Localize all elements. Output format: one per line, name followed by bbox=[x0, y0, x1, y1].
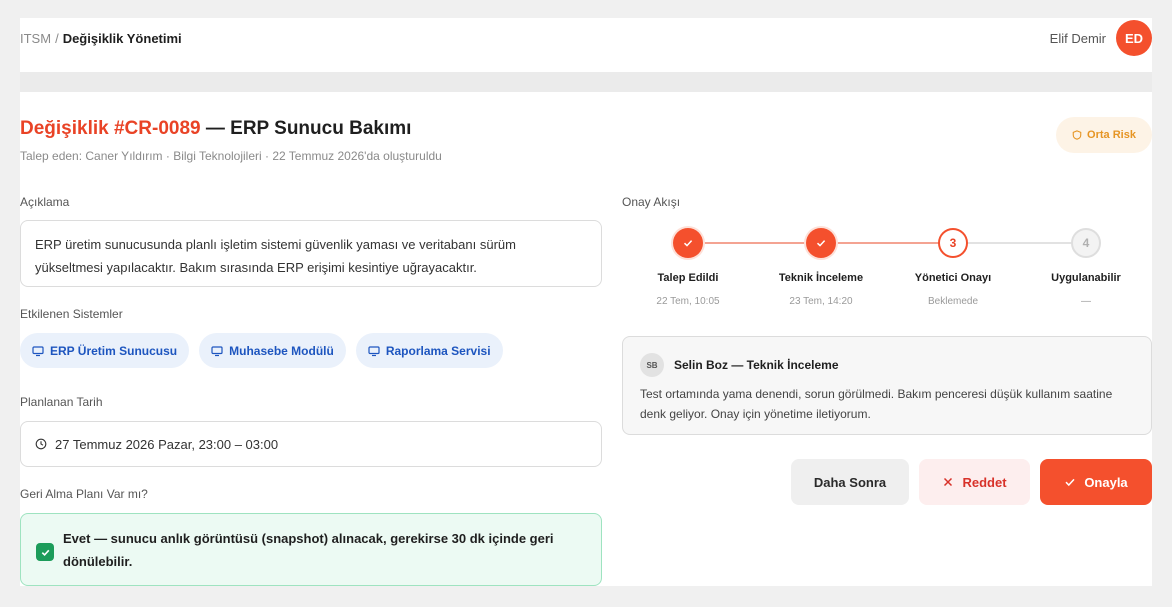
change-detail-card: Değişiklik #CR-0089 — ERP Sunucu Bakımı … bbox=[20, 92, 1152, 586]
shield-icon bbox=[1072, 130, 1082, 140]
user-name[interactable]: Elif Demir bbox=[1050, 31, 1106, 46]
breadcrumb-separator: / bbox=[55, 31, 59, 46]
approval-flow-label: Onay Akışı bbox=[622, 195, 681, 209]
monitor-icon bbox=[368, 345, 380, 356]
step-indicator bbox=[806, 228, 836, 258]
schedule-field[interactable]: 27 Temmuz 2026 Pazar, 23:00 – 03:00 bbox=[20, 421, 602, 467]
comment-author: Selin Boz — Teknik İnceleme bbox=[674, 358, 839, 372]
step-time: Beklemede bbox=[927, 296, 979, 307]
step-name: Uygulanabilir bbox=[1051, 272, 1121, 284]
step-name: Teknik İnceleme bbox=[778, 272, 864, 284]
approval-stepper: Talep Edildi 22 Tem, 10:05 Teknik İncele… bbox=[622, 222, 1152, 322]
schedule-label: Planlanan Tarih bbox=[20, 395, 103, 409]
step-indicator bbox=[673, 228, 703, 258]
breadcrumb-root[interactable]: ITSM bbox=[20, 31, 51, 46]
description-label: Açıklama bbox=[20, 195, 70, 209]
approval-step: Talep Edildi 22 Tem, 10:05 bbox=[623, 222, 753, 307]
system-chip[interactable]: ERP Üretim Sunucusu bbox=[20, 333, 190, 368]
check-icon bbox=[816, 240, 826, 247]
close-icon bbox=[944, 477, 953, 487]
change-meta: Talep eden: Caner Yıldırım · Bilgi Tekno… bbox=[20, 149, 442, 163]
approval-step: 4 Uygulanabilir — bbox=[1021, 222, 1151, 307]
affected-systems: ERP Üretim Sunucusu Muhasebe Modülü Rapo… bbox=[20, 333, 503, 368]
breadcrumb: ITSM / Değişiklik Yönetimi bbox=[20, 31, 182, 46]
later-button[interactable]: Daha Sonra bbox=[791, 459, 909, 505]
step-name: Yönetici Onayı bbox=[914, 272, 992, 284]
system-chip-label: ERP Üretim Sunucusu bbox=[50, 343, 178, 358]
system-chip[interactable]: Muhasebe Modülü bbox=[199, 333, 346, 368]
comment-header: SB Selin Boz — Teknik İnceleme bbox=[640, 353, 1134, 377]
commenter-avatar: SB bbox=[640, 353, 664, 377]
step-time: 22 Tem, 10:05 bbox=[656, 296, 720, 307]
system-chip[interactable]: Raporlama Servisi bbox=[355, 333, 503, 368]
review-comment: SB Selin Boz — Teknik İnceleme Test orta… bbox=[622, 336, 1152, 435]
step-indicator: 4 bbox=[1071, 228, 1101, 258]
risk-label: Orta Risk bbox=[1087, 129, 1136, 141]
step-time: — bbox=[1081, 296, 1091, 307]
breadcrumb-current: Değişiklik Yönetimi bbox=[62, 31, 182, 46]
page-title: Değişiklik #CR-0089 — ERP Sunucu Bakımı bbox=[20, 118, 411, 140]
rollback-text: Evet — sunucu anlık görüntüsü (snapshot)… bbox=[63, 531, 554, 569]
change-id: Değişiklik #CR-0089 bbox=[20, 118, 201, 139]
step-indicator: 3 bbox=[938, 228, 968, 258]
user-avatar[interactable]: ED bbox=[1116, 20, 1152, 56]
reject-button[interactable]: Reddet bbox=[919, 459, 1030, 505]
approve-button[interactable]: Onayla bbox=[1040, 459, 1152, 505]
description-text: ERP üretim sunucusunda planlı işletim si… bbox=[20, 220, 602, 287]
change-title: — ERP Sunucu Bakımı bbox=[205, 118, 412, 139]
rollback-label: Geri Alma Planı Var mı? bbox=[20, 487, 148, 501]
system-chip-label: Muhasebe Modülü bbox=[229, 343, 334, 358]
check-icon bbox=[683, 240, 693, 247]
check-icon bbox=[41, 549, 49, 556]
monitor-icon bbox=[211, 345, 223, 356]
comment-text: Test ortamında yama denendi, sorun görül… bbox=[640, 387, 1113, 421]
schedule-value: 27 Temmuz 2026 Pazar, 23:00 – 03:00 bbox=[55, 436, 279, 452]
approval-step: 3 Yönetici Onayı Beklemede bbox=[888, 222, 1018, 307]
rollback-checkbox[interactable] bbox=[36, 543, 54, 561]
monitor-icon bbox=[32, 345, 44, 356]
risk-badge: Orta Risk bbox=[1056, 117, 1152, 153]
system-chip-label: Raporlama Servisi bbox=[385, 343, 491, 358]
clock-icon bbox=[35, 438, 47, 450]
reject-button-label: Reddet bbox=[962, 474, 1007, 490]
header-divider bbox=[20, 72, 1152, 92]
approve-button-label: Onayla bbox=[1084, 474, 1128, 490]
top-bar: ITSM / Değişiklik Yönetimi Elif Demir ED bbox=[20, 18, 1152, 72]
step-name: Talep Edildi bbox=[657, 272, 719, 284]
later-button-label: Daha Sonra bbox=[813, 474, 887, 490]
approval-step: Teknik İnceleme 23 Tem, 14:20 bbox=[756, 222, 886, 307]
rollback-plan: Evet — sunucu anlık görüntüsü (snapshot)… bbox=[20, 513, 602, 586]
check-icon bbox=[1065, 478, 1075, 487]
systems-label: Etkilenen Sistemler bbox=[20, 307, 123, 321]
step-time: 23 Tem, 14:20 bbox=[789, 296, 853, 307]
